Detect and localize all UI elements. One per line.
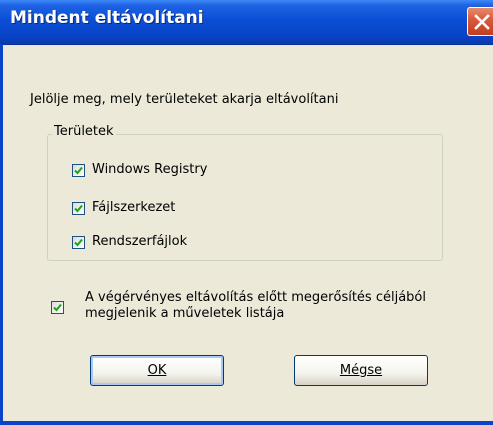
file-structure-label[interactable]: Fájlszerkezet <box>92 200 175 215</box>
instruction-text: Jelölje meg, mely területeket akarja elt… <box>30 92 339 107</box>
close-icon <box>474 14 490 30</box>
ok-button[interactable]: OK <box>90 355 224 386</box>
confirm-list-checkbox[interactable] <box>51 301 64 314</box>
confirm-list-label[interactable]: A végérvényes eltávolítás előtt megerősí… <box>85 290 465 322</box>
title-bar[interactable]: Mindent eltávolítani <box>0 0 493 45</box>
windows-registry-label[interactable]: Windows Registry <box>92 162 207 177</box>
window-frame-left <box>0 44 3 425</box>
dialog-title: Mindent eltávolítani <box>10 8 204 28</box>
checkmark-icon <box>74 166 83 175</box>
confirm-line-2: megjelenik a műveletek listája <box>85 306 285 321</box>
areas-legend: Területek <box>52 124 116 139</box>
dialog-window: Mindent eltávolítani Jelölje meg, mely t… <box>0 0 493 425</box>
checkmark-icon <box>74 238 83 247</box>
file-structure-checkbox[interactable] <box>72 202 85 215</box>
system-files-checkbox[interactable] <box>72 236 85 249</box>
system-files-label[interactable]: Rendszerfájlok <box>92 234 187 249</box>
confirm-line-1: A végérvényes eltávolítás előtt megerősí… <box>85 290 426 305</box>
checkmark-icon <box>74 204 83 213</box>
cancel-button[interactable]: Mégse <box>294 355 428 386</box>
close-button[interactable] <box>467 7 493 36</box>
window-frame-bottom <box>0 421 493 425</box>
windows-registry-checkbox[interactable] <box>72 164 85 177</box>
checkmark-icon <box>53 303 62 312</box>
